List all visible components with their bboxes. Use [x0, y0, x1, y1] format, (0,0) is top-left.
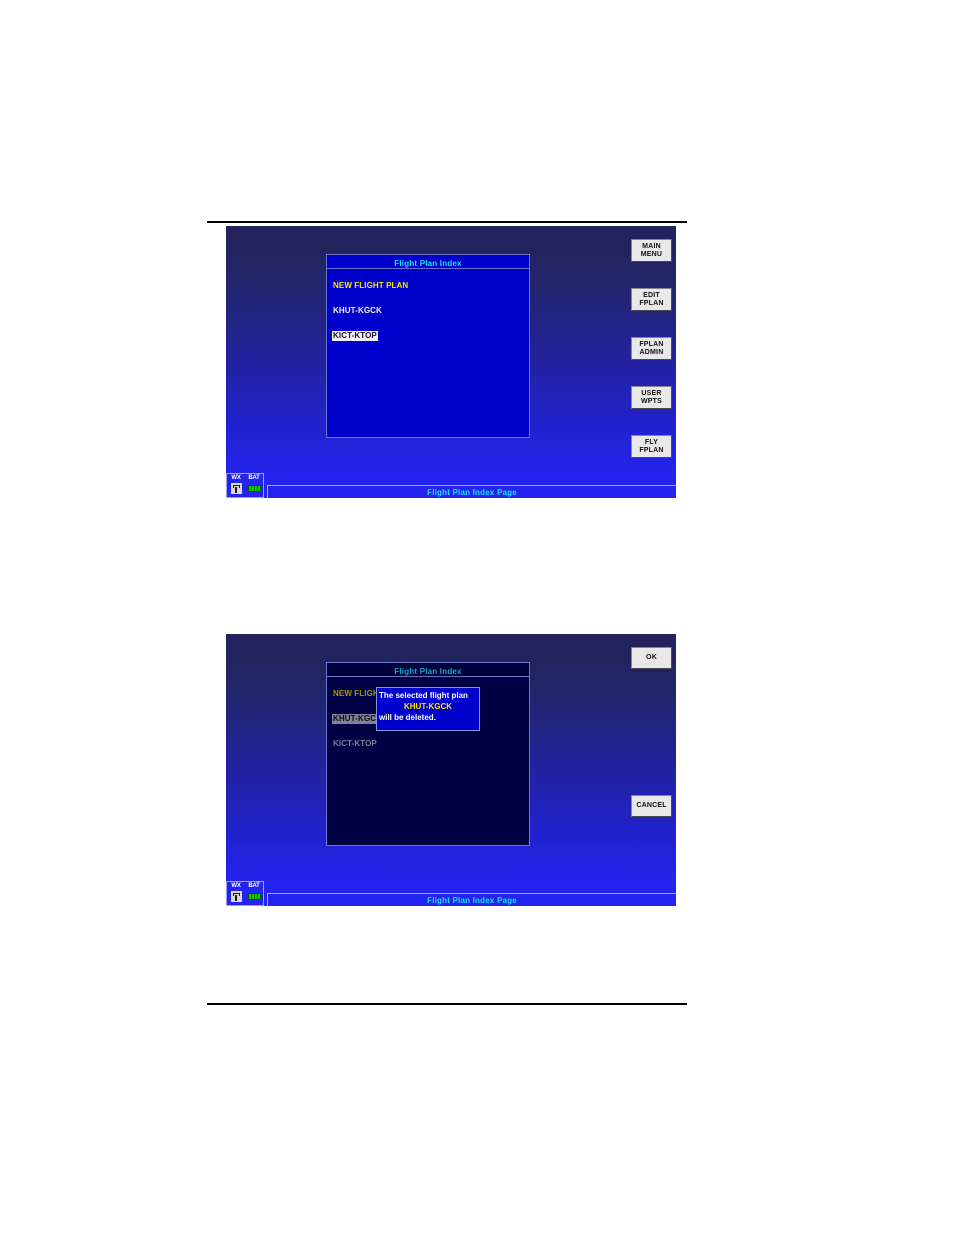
softkey-fplan-admin-line2: ADMIN [639, 348, 664, 356]
softkey-fly-fplan[interactable]: FLY FPLAN [631, 435, 672, 458]
softkey-fplan-admin[interactable]: FPLAN ADMIN [631, 337, 672, 360]
softkey-ok-label: OK [646, 654, 657, 661]
softkey-user-wpts-line1: USER [641, 389, 662, 397]
status-strip: WX BAT Flight Plan Index Page [226, 473, 676, 498]
softkey-edit-fplan-line1: EDIT [643, 291, 660, 299]
status-cell-bat[interactable]: BAT [245, 882, 263, 905]
panel-title-bar: Flight Plan Index [327, 255, 529, 269]
weather-antenna-icon [230, 891, 242, 902]
weather-antenna-icon [230, 483, 242, 494]
delete-confirmation-dialog: The selected flight plan KHUT-KGCK will … [376, 687, 480, 731]
list-item: KICT-KTOP [332, 733, 529, 758]
footer-bar: Flight Plan Index Page [267, 893, 676, 906]
panel-title: Flight Plan Index [394, 667, 462, 676]
dialog-line-1: The selected flight plan [379, 691, 468, 700]
list-item[interactable]: NEW FLIGHT PLAN [332, 275, 529, 300]
softkey-user-wpts[interactable]: USER WPTS [631, 386, 672, 409]
bat-label: BAT [248, 883, 260, 889]
page-rule-top [207, 221, 687, 223]
bat-label: BAT [248, 475, 260, 481]
softkey-cancel-label: CANCEL [636, 802, 667, 809]
page-rule-bottom [207, 1003, 687, 1005]
softkey-fly-fplan-line2: FPLAN [639, 446, 664, 454]
softkey-main-menu[interactable]: MAIN MENU [631, 239, 672, 262]
footer-page-title: Flight Plan Index Page [427, 895, 517, 905]
footer-bar: Flight Plan Index Page [267, 485, 676, 498]
list-item[interactable]: KICT-KTOP [332, 325, 529, 350]
dialog-line-2-flight-plan-name: KHUT-KGCK [404, 702, 452, 711]
status-cell-bat[interactable]: BAT [245, 474, 263, 497]
flight-plan-index-panel: Flight Plan Index NEW FLIGHT PLAN KHUT-K… [326, 254, 530, 438]
dialog-line-3: will be deleted. [379, 713, 436, 722]
list-item-label-new-flight-plan[interactable]: NEW FLIGHT PLAN [332, 281, 409, 291]
softkey-fly-fplan-line1: FLY [644, 438, 659, 446]
battery-icon [247, 485, 261, 492]
softkey-cancel[interactable]: CANCEL [631, 795, 672, 817]
list-item-label-kict-ktop: KICT-KTOP [333, 739, 377, 748]
battery-icon [247, 893, 261, 900]
list-item[interactable]: KHUT-KGCK [332, 300, 529, 325]
device-screenshot-delete-confirmation: Flight Plan Index NEW FLIGHT PLAN KHUT-K… [226, 634, 676, 906]
list-item-label-khut-kgck[interactable]: KHUT-KGCK [332, 306, 383, 316]
status-icon-group: WX BAT [226, 881, 264, 906]
softkey-fplan-admin-line1: FPLAN [639, 340, 664, 348]
softkey-edit-fplan[interactable]: EDIT FPLAN [631, 288, 672, 311]
softkey-main-menu-line1: MAIN [642, 242, 661, 250]
footer-page-title: Flight Plan Index Page [427, 487, 517, 497]
status-strip: WX BAT Flight Plan Index Page [226, 881, 676, 906]
softkey-edit-fplan-line2: FPLAN [639, 299, 664, 307]
panel-title: Flight Plan Index [394, 259, 462, 268]
softkey-user-wpts-line2: WPTS [640, 397, 663, 405]
softkey-ok[interactable]: OK [631, 647, 672, 669]
wx-label: WX [231, 475, 241, 481]
panel-title-bar: Flight Plan Index [327, 663, 529, 677]
flight-plan-list[interactable]: NEW FLIGHT PLAN KHUT-KGCK KICT-KTOP [327, 269, 529, 350]
device-screenshot-flight-plan-index: Flight Plan Index NEW FLIGHT PLAN KHUT-K… [226, 226, 676, 498]
wx-label: WX [231, 883, 241, 889]
list-item-label-kict-ktop[interactable]: KICT-KTOP [332, 331, 378, 341]
status-cell-wx[interactable]: WX [227, 474, 245, 497]
softkey-main-menu-line2: MENU [640, 250, 663, 258]
status-cell-wx[interactable]: WX [227, 882, 245, 905]
status-icon-group: WX BAT [226, 473, 264, 498]
